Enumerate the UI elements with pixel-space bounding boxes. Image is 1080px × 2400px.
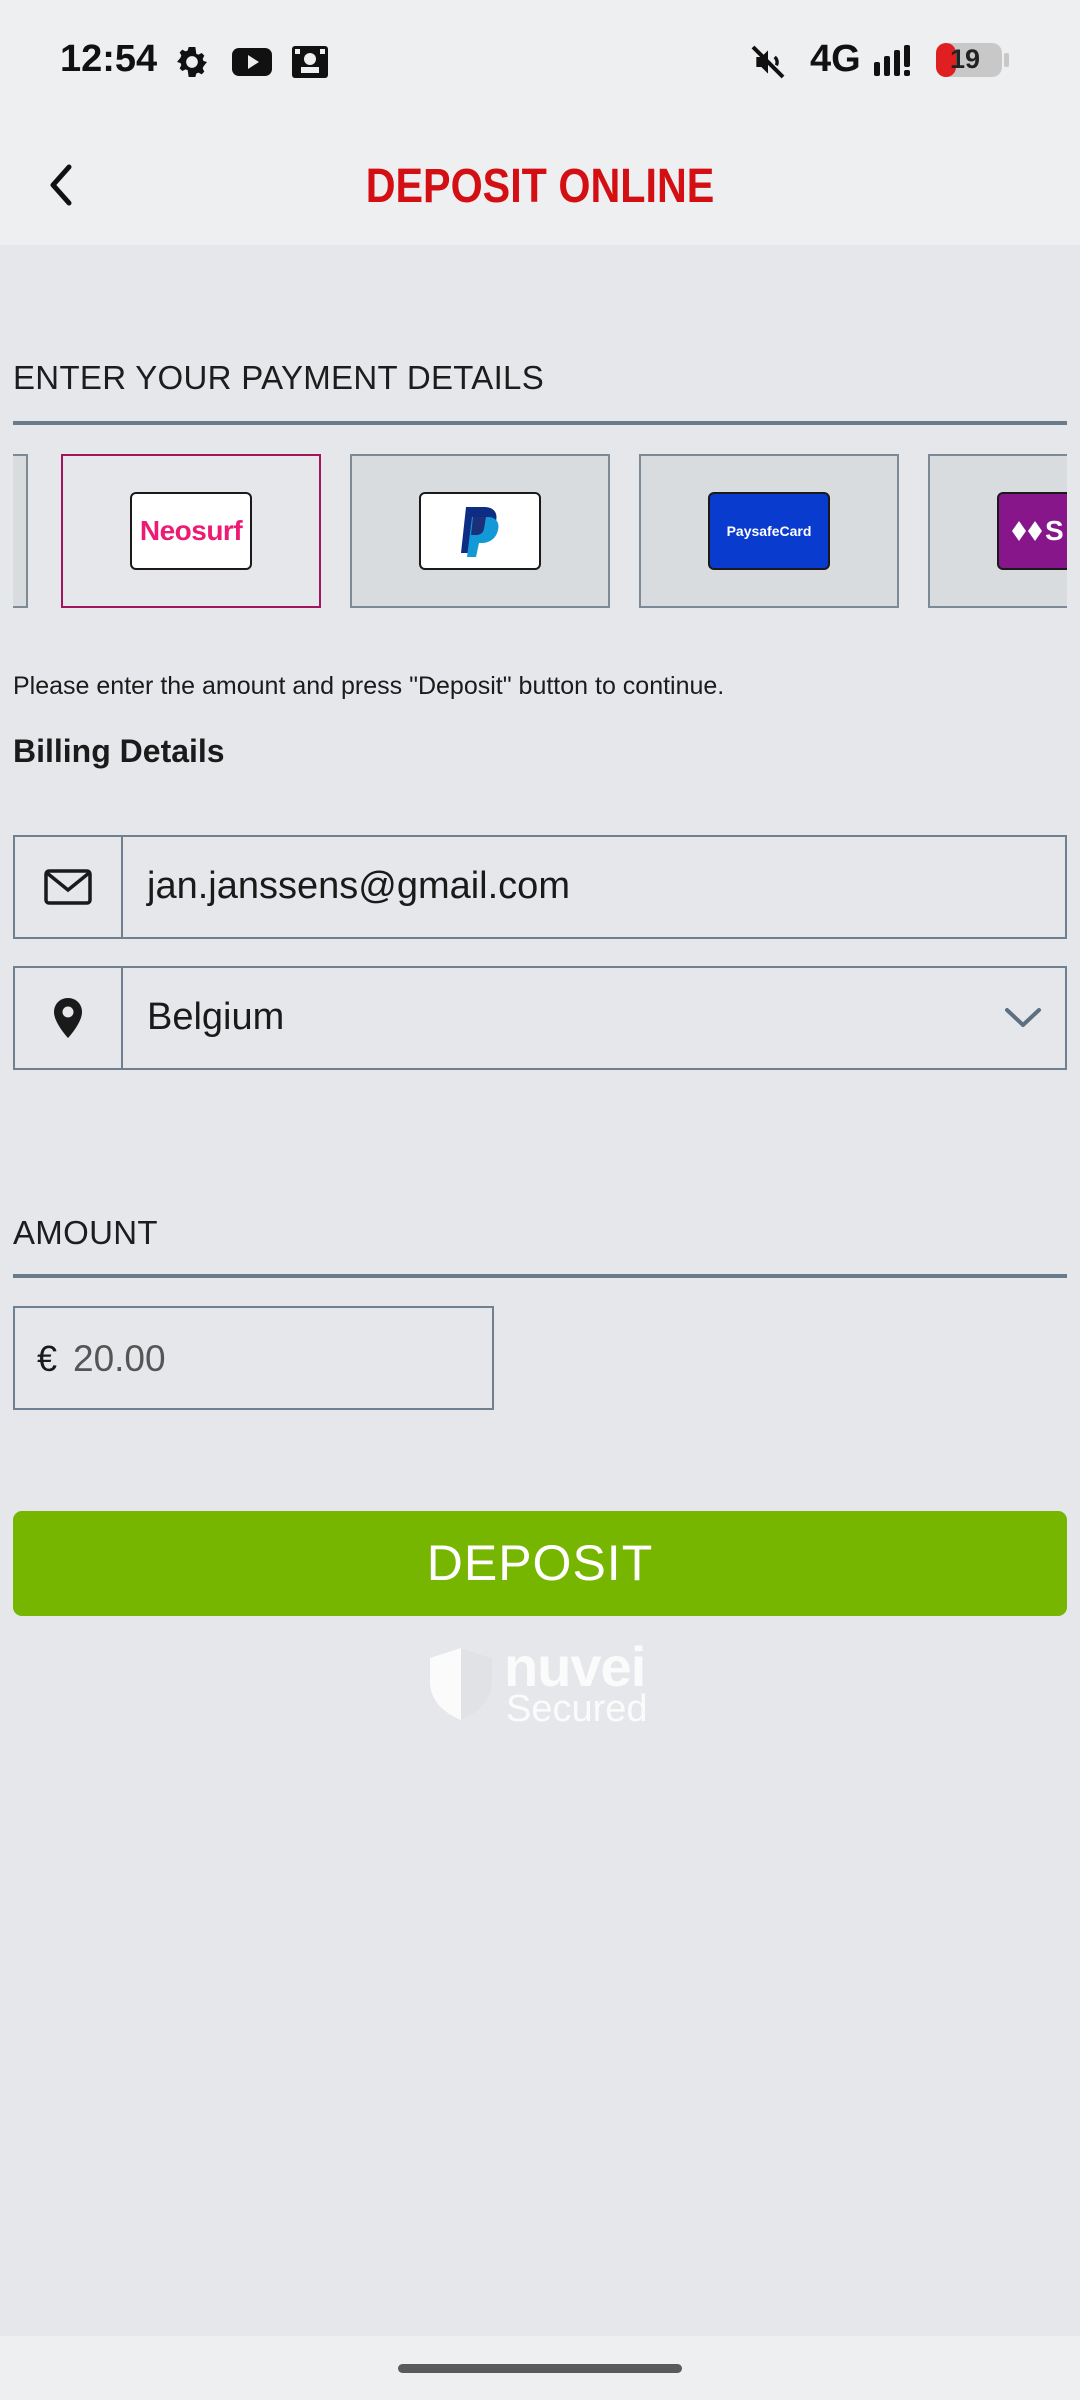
home-indicator[interactable] <box>398 2364 682 2373</box>
currency-symbol: € <box>37 1338 58 1379</box>
billing-heading: Billing Details <box>13 733 225 769</box>
paypal-icon <box>419 492 541 570</box>
network-type: 4G <box>810 38 861 80</box>
battery-level: 19 <box>950 44 981 74</box>
payment-method-neosurf[interactable]: Neosurf <box>61 454 321 608</box>
amount-section-label: AMOUNT <box>13 1214 158 1251</box>
navigation-bar <box>0 2336 1080 2400</box>
location-pin-icon <box>15 968 123 1068</box>
skrill-logo: S <box>997 492 1067 570</box>
app-header: DEPOSIT ONLINE <box>0 125 1080 245</box>
deposit-button[interactable]: DEPOSIT <box>13 1511 1067 1616</box>
payment-method-skrill[interactable]: S <box>928 454 1067 608</box>
settings-icon <box>172 42 212 87</box>
status-time: 12:54 <box>60 38 158 80</box>
amount-field[interactable]: € <box>13 1306 494 1410</box>
amount-input[interactable] <box>71 1330 475 1388</box>
shield-icon <box>430 1648 492 1720</box>
section-divider <box>13 1274 1067 1278</box>
page-title: DEPOSIT ONLINE <box>365 160 715 213</box>
instruction-text: Please enter the amount and press "Depos… <box>13 672 725 700</box>
status-bar: 12:54 4G 19 <box>0 0 1080 125</box>
envelope-icon <box>15 837 123 937</box>
payment-section-label: ENTER YOUR PAYMENT DETAILS <box>13 359 545 396</box>
payment-method-paysafecard[interactable]: PaysafeCard <box>639 454 899 608</box>
payment-method-previous[interactable] <box>13 454 28 608</box>
app-icon <box>288 42 332 87</box>
section-divider <box>13 421 1067 425</box>
battery-icon: 19 <box>934 40 1010 85</box>
payment-method-paypal[interactable] <box>350 454 610 608</box>
youtube-icon <box>230 42 274 87</box>
country-value: Belgium <box>147 996 285 1038</box>
chevron-left-icon <box>50 164 72 206</box>
neosurf-logo: Neosurf <box>130 492 252 570</box>
chevron-down-icon <box>1003 998 1043 1043</box>
nuvei-secured-badge: nuvei Secured <box>426 1635 656 1730</box>
signal-icon <box>872 42 918 87</box>
payment-methods-carousel[interactable]: Neosurf PaysafeCard S <box>13 452 1067 612</box>
email-field[interactable]: jan.janssens@gmail.com <box>13 835 1067 939</box>
email-value: jan.janssens@gmail.com <box>147 865 570 907</box>
paysafecard-logo: PaysafeCard <box>708 492 830 570</box>
country-select[interactable]: Belgium <box>13 966 1067 1070</box>
mute-icon <box>748 42 788 87</box>
nuvei-tagline: Secured <box>506 1688 648 1730</box>
